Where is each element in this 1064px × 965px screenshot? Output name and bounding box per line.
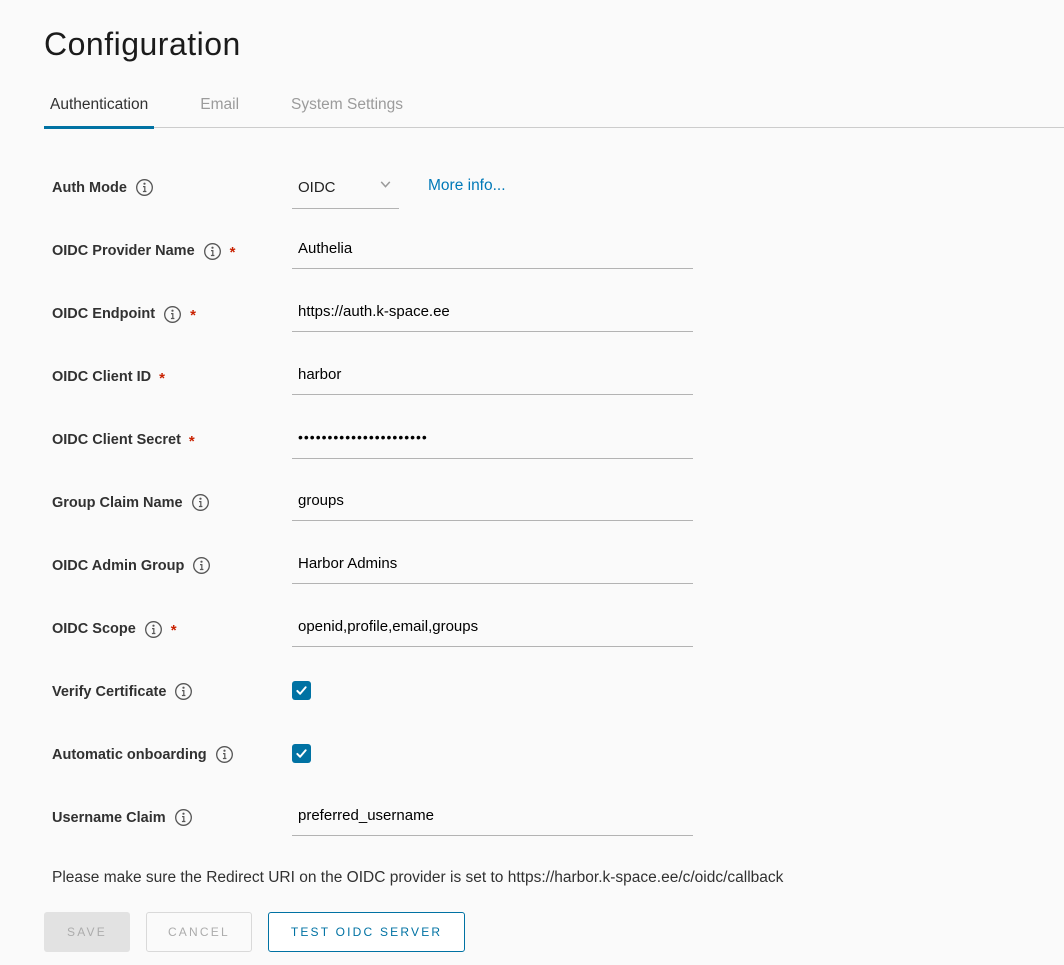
field-label-cell: OIDC Provider Name * (52, 239, 292, 261)
field-label: OIDC Admin Group (52, 558, 184, 574)
info-icon[interactable] (144, 620, 163, 639)
field-row-verify-certificate: Verify Certificate (52, 680, 1064, 721)
field-label-cell: Auth Mode (52, 176, 292, 197)
field-label: OIDC Provider Name (52, 243, 195, 259)
field-row-oidc-admin-group: OIDC Admin Group (52, 554, 1064, 595)
field-label: Automatic onboarding (52, 747, 207, 763)
configuration-page: Configuration Authentication Email Syste… (0, 0, 1064, 952)
field-label: Auth Mode (52, 180, 127, 196)
field-label-cell: Group Claim Name (52, 491, 292, 512)
page-title: Configuration (44, 26, 1064, 63)
tab-authentication[interactable]: Authentication (44, 90, 154, 127)
info-icon[interactable] (192, 556, 211, 575)
auth-mode-select-value: OIDC (298, 179, 336, 196)
field-label-cell: OIDC Scope * (52, 617, 292, 639)
field-control-cell (292, 806, 693, 836)
test-oidc-server-button[interactable]: TEST OIDC SERVER (268, 912, 465, 952)
field-label: Group Claim Name (52, 495, 183, 511)
field-label-cell: Username Claim (52, 806, 292, 827)
field-label-cell: OIDC Client Secret * (52, 428, 292, 450)
field-row-oidc-client-secret: OIDC Client Secret * (52, 428, 1064, 469)
field-control-cell (292, 743, 311, 763)
action-buttons: SAVE CANCEL TEST OIDC SERVER (44, 912, 1064, 952)
field-row-auth-mode: Auth Mode OIDC More info... (52, 176, 1064, 217)
field-label-cell: OIDC Admin Group (52, 554, 292, 575)
oidc-scope-input[interactable] (292, 617, 693, 647)
field-row-oidc-endpoint: OIDC Endpoint * (52, 302, 1064, 343)
required-asterisk: * (171, 619, 177, 639)
oidc-client-secret-input[interactable] (292, 428, 693, 459)
oidc-endpoint-input[interactable] (292, 302, 693, 332)
field-control-cell (292, 302, 693, 332)
field-label: OIDC Endpoint (52, 306, 155, 322)
required-asterisk: * (230, 241, 236, 261)
oidc-admin-group-input[interactable] (292, 554, 693, 584)
automatic-onboarding-checkbox[interactable] (292, 744, 311, 763)
cancel-button[interactable]: CANCEL (146, 912, 252, 952)
auth-mode-select[interactable]: OIDC (292, 176, 399, 209)
required-asterisk: * (189, 430, 195, 450)
oidc-provider-name-input[interactable] (292, 239, 693, 269)
field-label-cell: OIDC Endpoint * (52, 302, 292, 324)
tab-bar: Authentication Email System Settings (44, 90, 1064, 128)
info-icon[interactable] (203, 242, 222, 261)
field-control-cell (292, 617, 693, 647)
field-row-oidc-scope: OIDC Scope * (52, 617, 1064, 658)
info-icon[interactable] (191, 493, 210, 512)
field-label: Username Claim (52, 810, 166, 826)
field-label-cell: OIDC Client ID * (52, 365, 292, 387)
field-control-cell: OIDC More info... (292, 176, 506, 209)
info-icon[interactable] (174, 682, 193, 701)
oidc-client-id-input[interactable] (292, 365, 693, 395)
required-asterisk: * (190, 304, 196, 324)
field-label: OIDC Scope (52, 621, 136, 637)
field-label: OIDC Client Secret (52, 432, 181, 448)
field-label: Verify Certificate (52, 684, 166, 700)
verify-certificate-checkbox[interactable] (292, 681, 311, 700)
more-info-link[interactable]: More info... (428, 176, 506, 195)
info-icon[interactable] (215, 745, 234, 764)
required-asterisk: * (159, 367, 165, 387)
auth-settings-form: Auth Mode OIDC More info... OIDC Provider… (44, 128, 1064, 847)
info-icon[interactable] (163, 305, 182, 324)
field-label: OIDC Client ID (52, 369, 151, 385)
info-icon[interactable] (135, 178, 154, 197)
field-control-cell (292, 680, 311, 700)
field-label-cell: Automatic onboarding (52, 743, 292, 764)
redirect-uri-note: Please make sure the Redirect URI on the… (52, 869, 1064, 887)
username-claim-input[interactable] (292, 806, 693, 836)
field-control-cell (292, 428, 693, 459)
field-row-automatic-onboarding: Automatic onboarding (52, 743, 1064, 784)
field-label-cell: Verify Certificate (52, 680, 292, 701)
info-icon[interactable] (174, 808, 193, 827)
field-control-cell (292, 554, 693, 584)
chevron-down-icon (378, 177, 393, 197)
tab-email[interactable]: Email (194, 90, 245, 127)
save-button[interactable]: SAVE (44, 912, 130, 952)
group-claim-name-input[interactable] (292, 491, 693, 521)
field-control-cell (292, 365, 693, 395)
field-control-cell (292, 239, 693, 269)
field-row-username-claim: Username Claim (52, 806, 1064, 847)
tab-system-settings[interactable]: System Settings (285, 90, 409, 127)
field-row-group-claim-name: Group Claim Name (52, 491, 1064, 532)
field-row-oidc-provider-name: OIDC Provider Name * (52, 239, 1064, 280)
field-row-oidc-client-id: OIDC Client ID * (52, 365, 1064, 406)
field-control-cell (292, 491, 693, 521)
